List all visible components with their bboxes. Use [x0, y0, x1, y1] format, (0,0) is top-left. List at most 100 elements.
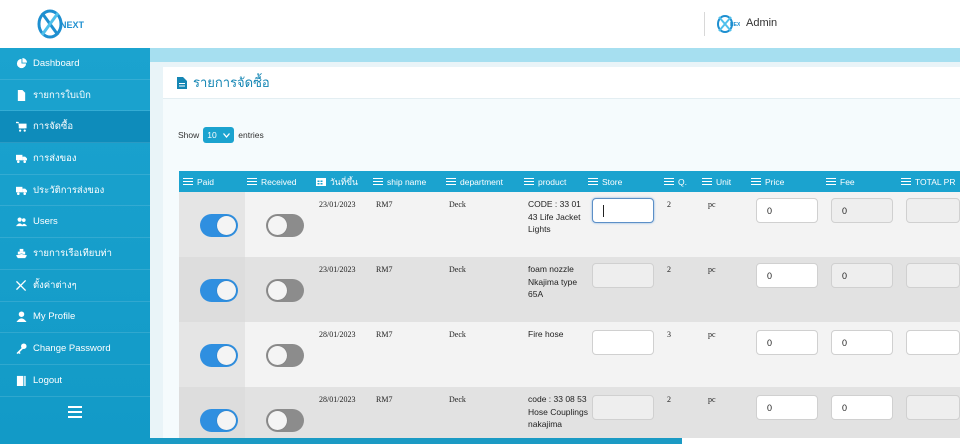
- sort-icon: [446, 177, 456, 186]
- paid-toggle[interactable]: [200, 214, 238, 237]
- department-cell: Deck: [449, 265, 466, 274]
- paid-toggle[interactable]: [200, 409, 238, 432]
- total-input[interactable]: [906, 263, 960, 288]
- quantity-cell: 2: [667, 395, 671, 404]
- received-toggle[interactable]: [266, 214, 304, 237]
- sidebar-item-label: รายการเรือเทียบท่า: [33, 247, 112, 259]
- users-icon: [15, 216, 27, 228]
- sidebar-item-label: ประวัติการส่งของ: [33, 184, 105, 196]
- received-toggle[interactable]: [266, 409, 304, 432]
- sort-icon: [702, 177, 712, 186]
- price-input[interactable]: 0: [756, 198, 818, 223]
- sidebar-item-dashboard[interactable]: Dashboard: [0, 48, 150, 80]
- sidebar-item-profile[interactable]: My Profile: [0, 302, 150, 334]
- column-header-department[interactable]: department: [446, 171, 503, 192]
- sidebar-item-change-password[interactable]: Change Password: [0, 333, 150, 365]
- menu-toggle-icon[interactable]: [68, 406, 82, 418]
- product-cell: code : 33 08 53 Hose Couplings nakajima: [528, 394, 589, 429]
- entries-label: entries: [238, 130, 264, 140]
- calendar-icon: [316, 177, 326, 186]
- sidebar-item-logout[interactable]: Logout: [0, 365, 150, 397]
- product-cell: CODE : 33 01 43 Life Jacket Lights: [528, 199, 581, 234]
- date-cell: 23/01/2023: [319, 200, 356, 209]
- fee-input[interactable]: 0: [831, 395, 893, 420]
- table-row: 28/01/2023 RM7 Deck code : 33 08 53 Hose…: [179, 387, 960, 444]
- column-header-price[interactable]: Price: [751, 171, 784, 192]
- sort-icon: [588, 177, 598, 186]
- sidebar-item-label: ตั้งค่าต่างๆ: [33, 279, 77, 291]
- column-header-quantity[interactable]: Q.: [664, 171, 687, 192]
- sort-icon: [751, 177, 761, 186]
- column-header-store[interactable]: Store: [588, 171, 622, 192]
- table-header: Paid Received วันที่ขึ้น ship name depar…: [179, 171, 960, 192]
- cart-icon: [15, 121, 27, 133]
- next-logo[interactable]: NEXT: [36, 7, 92, 41]
- unit-cell: pc: [708, 395, 716, 404]
- price-input[interactable]: 0: [756, 395, 818, 420]
- svg-text:NEXT: NEXT: [60, 20, 85, 30]
- total-input[interactable]: [906, 395, 960, 420]
- fee-input[interactable]: 0: [831, 330, 893, 355]
- price-input[interactable]: 0: [756, 330, 818, 355]
- entries-value: 10: [207, 130, 217, 140]
- unit-cell: pc: [708, 330, 716, 339]
- paid-toggle[interactable]: [200, 344, 238, 367]
- truck-icon: [15, 152, 27, 164]
- quantity-cell: 2: [667, 265, 671, 274]
- price-input[interactable]: 0: [756, 263, 818, 288]
- store-input[interactable]: [592, 198, 654, 223]
- column-header-paid[interactable]: Paid: [183, 171, 214, 192]
- sidebar-item-delivery[interactable]: การส่งของ: [0, 143, 150, 175]
- horizontal-scrollbar[interactable]: [150, 438, 960, 444]
- chevron-down-icon: [223, 132, 231, 138]
- fee-input[interactable]: 0: [831, 263, 893, 288]
- sidebar-item-label: Dashboard: [33, 57, 80, 69]
- column-header-fee[interactable]: Fee: [826, 171, 855, 192]
- purchase-table: Paid Received วันที่ขึ้น ship name depar…: [179, 171, 960, 444]
- sidebar-item-ships[interactable]: รายการเรือเทียบท่า: [0, 238, 150, 270]
- product-cell: Fire hose: [528, 329, 564, 339]
- sidebar-item-delivery-history[interactable]: ประวัติการส่งของ: [0, 175, 150, 207]
- column-header-unit[interactable]: Unit: [702, 171, 731, 192]
- paid-toggle[interactable]: [200, 279, 238, 302]
- tools-icon: [15, 279, 27, 291]
- user-name[interactable]: Admin: [746, 17, 777, 29]
- received-toggle[interactable]: [266, 279, 304, 302]
- column-header-date[interactable]: วันที่ขึ้น: [316, 171, 358, 192]
- date-cell: 28/01/2023: [319, 395, 356, 404]
- sidebar-item-label: การจัดซื้อ: [33, 121, 74, 133]
- total-input[interactable]: [906, 330, 960, 355]
- scrollbar-thumb[interactable]: [150, 438, 682, 444]
- sort-icon: [183, 177, 193, 186]
- column-header-total[interactable]: TOTAL PR: [901, 171, 955, 192]
- sidebar: Dashboard รายการใบเบิก การจัดซื้อ การส่ง…: [0, 48, 150, 444]
- store-input[interactable]: [592, 395, 654, 420]
- sidebar-item-purchasing[interactable]: การจัดซื้อ: [0, 111, 150, 144]
- date-cell: 23/01/2023: [319, 265, 356, 274]
- sidebar-item-label: My Profile: [33, 311, 76, 323]
- column-header-ship-name[interactable]: ship name: [373, 171, 426, 192]
- sidebar-item-settings[interactable]: ตั้งค่าต่างๆ: [0, 270, 150, 302]
- key-icon: [15, 343, 27, 355]
- sidebar-item-users[interactable]: Users: [0, 206, 150, 239]
- sort-icon: [901, 177, 911, 186]
- sidebar-item-label: Users: [33, 216, 58, 228]
- column-header-product[interactable]: product: [524, 171, 566, 192]
- ship-cell: RM7: [376, 330, 393, 339]
- unit-cell: pc: [708, 200, 716, 209]
- column-header-received[interactable]: Received: [247, 171, 296, 192]
- total-input[interactable]: [906, 198, 960, 223]
- ship-icon: [15, 247, 27, 259]
- quantity-cell: 3: [667, 330, 671, 339]
- ship-cell: RM7: [376, 265, 393, 274]
- entries-select[interactable]: 10: [203, 127, 235, 143]
- svg-text:NEX: NEX: [730, 22, 740, 28]
- store-input[interactable]: [592, 263, 654, 288]
- fee-input[interactable]: 0: [831, 198, 893, 223]
- show-label: Show: [178, 130, 200, 140]
- sidebar-item-label: การส่งของ: [33, 152, 77, 164]
- received-toggle[interactable]: [266, 344, 304, 367]
- sidebar-item-requisitions[interactable]: รายการใบเบิก: [0, 80, 150, 112]
- product-cell: foam nozzle Nkajima type 65A: [528, 264, 578, 299]
- store-input[interactable]: [592, 330, 654, 355]
